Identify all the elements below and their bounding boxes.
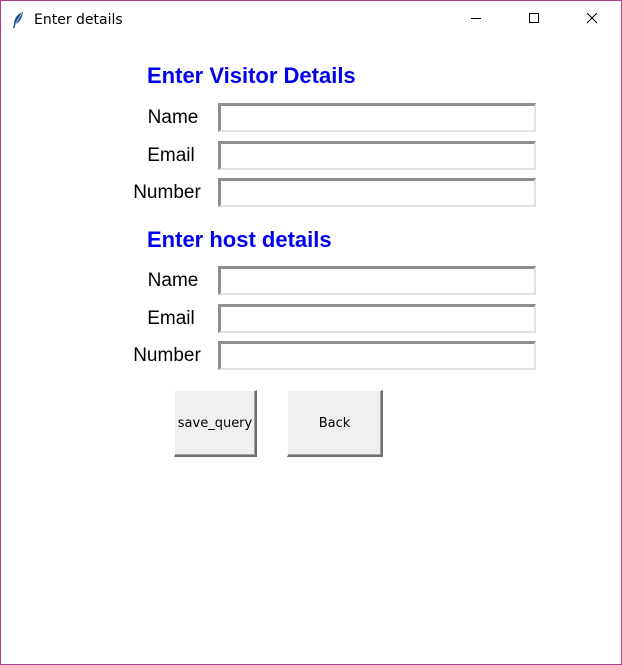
close-button[interactable] [569, 1, 615, 39]
maximize-button[interactable] [511, 1, 557, 39]
feather-icon [11, 11, 25, 29]
host-email-label: Email [147, 308, 195, 329]
visitor-name-input[interactable] [218, 103, 536, 132]
minimize-icon [470, 11, 482, 29]
host-name-label: Name [147, 270, 199, 291]
back-button[interactable]: Back [287, 390, 383, 457]
host-number-label: Number [133, 345, 201, 366]
app-window: Enter details Enter Visitor Details Name… [0, 0, 622, 665]
visitor-email-label: Email [147, 145, 195, 166]
visitor-number-label: Number [133, 182, 201, 203]
maximize-icon [528, 11, 540, 29]
host-name-input[interactable] [218, 266, 536, 295]
window-title: Enter details [34, 12, 123, 28]
save-query-button[interactable]: save_query [174, 390, 257, 457]
visitor-heading: Enter Visitor Details [147, 63, 356, 88]
close-icon [586, 11, 598, 29]
visitor-number-input[interactable] [218, 178, 536, 207]
visitor-name-label: Name [147, 107, 199, 128]
host-number-input[interactable] [218, 341, 536, 370]
host-email-input[interactable] [218, 304, 536, 333]
title-bar[interactable]: Enter details [1, 1, 621, 39]
visitor-email-input[interactable] [218, 141, 536, 170]
host-heading: Enter host details [147, 227, 332, 252]
minimize-button[interactable] [453, 1, 499, 39]
